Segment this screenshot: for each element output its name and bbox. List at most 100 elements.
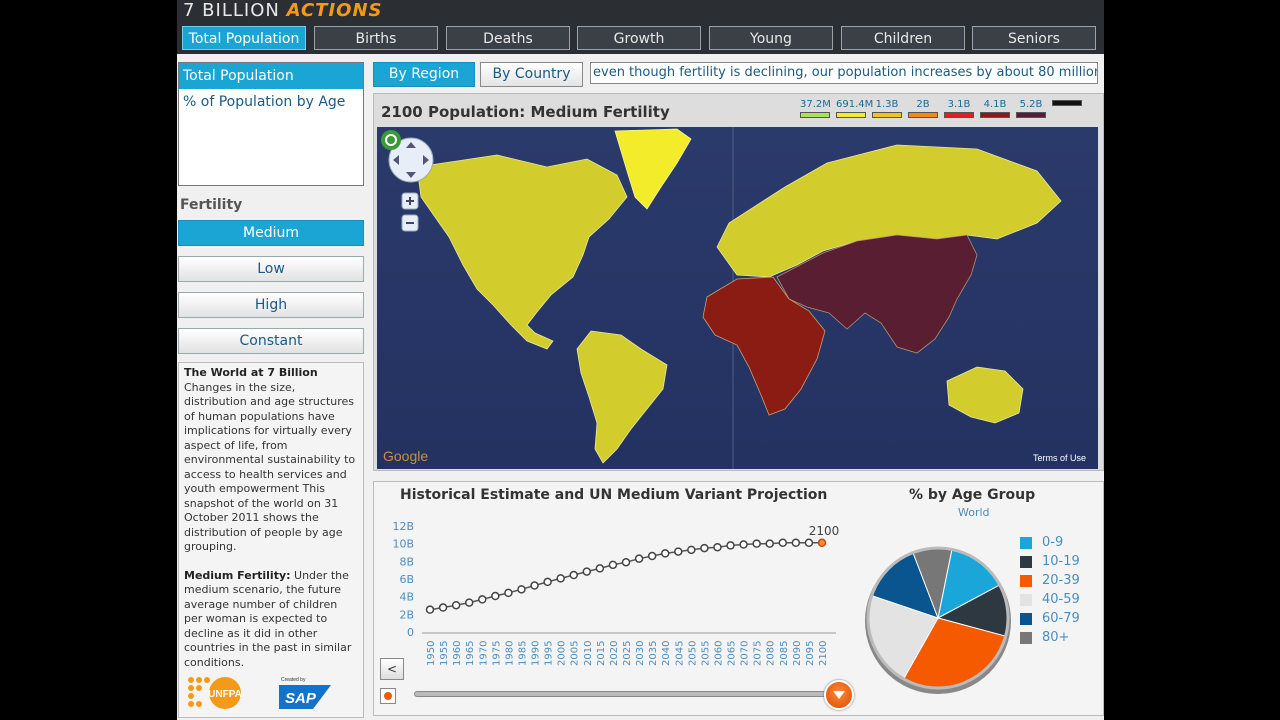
zoom-out-button[interactable] xyxy=(401,214,419,232)
tab-bar: Total Population Births Deaths Growth Yo… xyxy=(177,22,1104,54)
map-title: 2100 Population: Medium Fertility xyxy=(381,103,670,121)
fertility-constant-button[interactable]: Constant xyxy=(178,328,364,354)
pie-legend-swatch xyxy=(1020,556,1032,568)
data-point xyxy=(713,542,722,552)
data-point xyxy=(660,549,670,558)
y-tick-label: 10B xyxy=(392,538,414,551)
map-legend-swatch xyxy=(872,112,902,118)
data-point xyxy=(582,567,592,576)
x-tick-label: 2065 xyxy=(727,641,738,666)
y-tick-label: 6B xyxy=(399,573,414,586)
map-legend-label: 5.2B xyxy=(1019,99,1043,110)
pie-legend-item: 40-59 xyxy=(1020,591,1100,609)
data-point xyxy=(530,581,539,590)
x-tick-label: 2075 xyxy=(753,641,764,666)
y-tick-label: 12B xyxy=(392,520,414,533)
tab-deaths[interactable]: Deaths xyxy=(446,26,570,50)
play-icon xyxy=(384,692,392,700)
map-legend-label: 2B xyxy=(916,99,930,110)
x-tick-label: 1990 xyxy=(531,641,542,666)
info-panel: The World at 7 Billion Changes in the si… xyxy=(178,362,364,718)
pie-legend-swatch xyxy=(1020,613,1032,625)
svg-text:UNFPA: UNFPA xyxy=(208,689,242,700)
y-tick-label: 0 xyxy=(407,626,414,639)
data-point xyxy=(478,595,487,604)
map-legend-swatch xyxy=(1016,112,1046,118)
tab-total-population[interactable]: Total Population xyxy=(182,26,306,50)
list-item-total-population[interactable]: Total Population xyxy=(179,63,363,89)
pie-chart-subtitle: World xyxy=(958,506,990,519)
map-legend-item: 691.4M xyxy=(836,99,873,121)
x-tick-label: 2035 xyxy=(648,641,659,666)
data-point xyxy=(543,577,552,587)
pie-chart-title: % by Age Group xyxy=(909,487,1036,503)
svg-text:Created by: Created by xyxy=(281,677,306,683)
x-tick-label: 2100 xyxy=(818,641,829,666)
fertility-high-button[interactable]: High xyxy=(178,292,364,318)
x-tick-label: 2005 xyxy=(570,641,581,666)
tab-births[interactable]: Births xyxy=(314,26,438,50)
x-tick-label: 2025 xyxy=(622,641,633,666)
x-tick-label: 2060 xyxy=(713,641,724,666)
timeline-slider-track[interactable] xyxy=(414,691,834,697)
tab-children[interactable]: Children xyxy=(841,26,965,50)
tab-seniors[interactable]: Seniors xyxy=(972,26,1096,50)
play-button[interactable] xyxy=(380,688,396,704)
data-point xyxy=(438,603,448,612)
tab-young[interactable]: Young xyxy=(709,26,833,50)
data-point xyxy=(726,541,735,550)
x-tick-label: 2095 xyxy=(805,641,816,666)
x-tick-label: 2090 xyxy=(792,641,803,666)
pie-legend-item: 60-79 xyxy=(1020,610,1100,628)
x-tick-label: 1980 xyxy=(504,641,515,666)
pie-legend-swatch xyxy=(1020,594,1032,606)
list-item-percent-by-age[interactable]: % of Population by Age xyxy=(179,89,363,115)
data-point xyxy=(687,545,696,555)
by-region-button[interactable]: By Region xyxy=(373,62,475,87)
fertility-medium-button[interactable]: Medium xyxy=(178,220,364,246)
pie-legend-item: 20-39 xyxy=(1020,572,1100,590)
info-title: The World at 7 Billion xyxy=(184,366,318,379)
map-legend-label: 1.3B xyxy=(875,99,899,110)
pie-legend-item: 80+ xyxy=(1020,629,1100,647)
data-point xyxy=(647,551,657,561)
data-point xyxy=(464,598,474,607)
pie-legend-label: 40-59 xyxy=(1042,592,1080,607)
x-tick-label: 2020 xyxy=(609,641,620,666)
previous-button[interactable]: < xyxy=(380,658,404,680)
data-point xyxy=(491,591,500,601)
data-point xyxy=(569,570,578,580)
tab-growth[interactable]: Growth xyxy=(577,26,701,50)
data-point xyxy=(608,560,618,570)
x-tick-label: 1975 xyxy=(491,641,502,666)
fertility-low-button[interactable]: Low xyxy=(178,256,364,282)
x-tick-label: 2050 xyxy=(687,641,698,666)
map-legend-swatch xyxy=(836,112,866,118)
pie-legend-label: 0-9 xyxy=(1042,535,1064,550)
x-tick-label: 2000 xyxy=(557,641,568,666)
chart-panel: Historical Estimate and UN Medium Varian… xyxy=(373,481,1104,716)
by-country-button[interactable]: By Country xyxy=(480,62,583,87)
app-window: 7 BILLION ACTIONS Total Population Birth… xyxy=(177,0,1104,720)
medium-fertility-text: Medium Fertility: Under the medium scena… xyxy=(184,568,352,669)
map-legend-item xyxy=(1052,99,1082,121)
terms-of-use-link[interactable]: Terms of Use xyxy=(1033,453,1086,463)
pie-legend-swatch xyxy=(1020,632,1032,644)
x-tick-label: 1955 xyxy=(439,641,450,666)
map-legend-label: 3.1B xyxy=(947,99,971,110)
x-tick-label: 2040 xyxy=(661,641,672,666)
data-point xyxy=(700,543,709,553)
world-map[interactable]: Google Terms of Use xyxy=(377,127,1098,469)
data-point xyxy=(634,554,644,563)
timeline-slider-handle[interactable] xyxy=(824,680,854,710)
zoom-in-button[interactable] xyxy=(401,192,419,210)
map-legend-label: 4.1B xyxy=(983,99,1007,110)
map-legend-item: 37.2M xyxy=(800,99,831,121)
x-tick-label: 2030 xyxy=(635,641,646,666)
refresh-icon[interactable] xyxy=(381,130,401,150)
data-point xyxy=(451,600,461,610)
pie-legend-label: 20-39 xyxy=(1042,573,1080,588)
population-line-chart: 02B4B6B8B10B12B 21001950 1955 1960 1965 1970 1… xyxy=(392,520,839,666)
pie-legend-label: 60-79 xyxy=(1042,611,1080,626)
x-tick-label: 2080 xyxy=(766,641,777,666)
